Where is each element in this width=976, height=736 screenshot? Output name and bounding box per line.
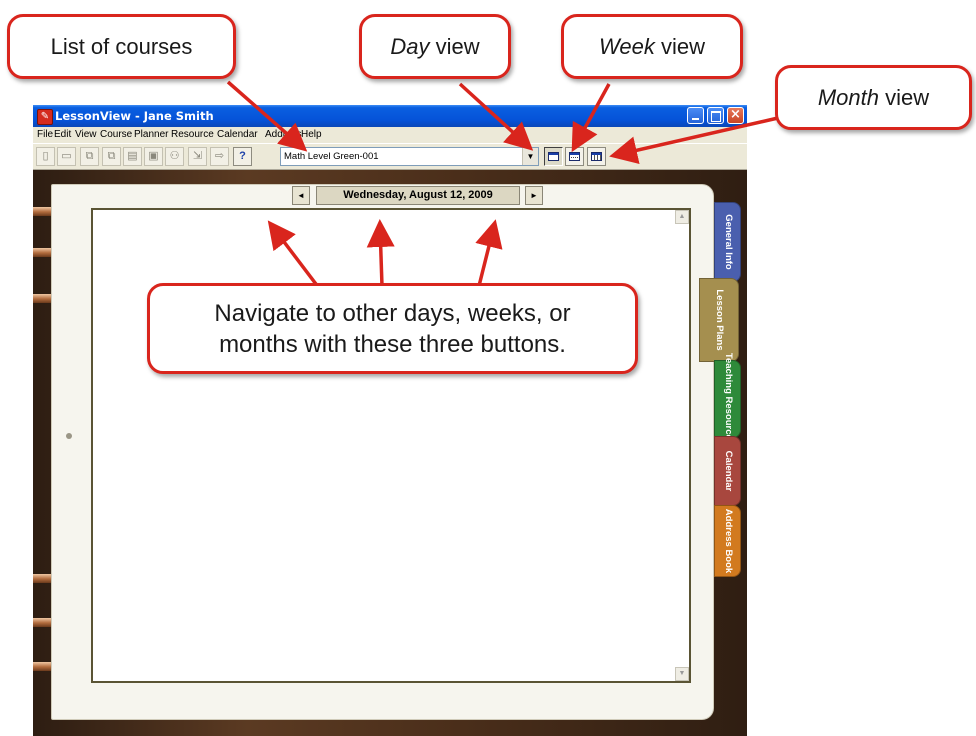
menu-help[interactable]: Help — [301, 129, 322, 140]
forward-arrow-icon: ⇨ — [214, 150, 225, 162]
scroll-up-button[interactable]: ▲ — [675, 210, 689, 224]
menu-course[interactable]: Course — [100, 129, 132, 140]
callout-navigate-buttons: Navigate to other days, weeks, or months… — [147, 283, 638, 374]
tab-label: Teaching Resources — [722, 352, 734, 446]
menu-planner[interactable]: Planner — [134, 129, 168, 140]
day-view-icon — [548, 152, 559, 161]
callout-text: Week view — [599, 33, 705, 59]
minimize-icon — [692, 118, 699, 120]
callout-text: Month view — [817, 84, 930, 110]
tab-label: Calendar — [722, 450, 734, 492]
close-icon: × — [730, 107, 741, 122]
callout-text-line: Navigate to other days, weeks, or — [214, 299, 571, 327]
planner-page: ◄ Wednesday, August 12, 2009 ► ▲ ▼ — [51, 184, 714, 720]
lessonview-app-icon[interactable]: ✎ — [37, 109, 53, 125]
tab-label: Lesson Plans — [714, 289, 725, 351]
week-view-icon — [569, 152, 580, 161]
menu-file[interactable]: File — [37, 129, 53, 140]
new-document-button[interactable]: ▯ — [36, 147, 55, 166]
callout-list-of-courses: List of courses — [7, 14, 236, 79]
help-button[interactable]: ? — [233, 147, 252, 166]
month-view-icon — [591, 152, 602, 161]
chevron-down-icon[interactable]: ▼ — [522, 148, 538, 165]
day-view-button[interactable] — [544, 147, 563, 166]
arrow-right-icon: ► — [530, 191, 538, 200]
lesson-content-area[interactable]: ▲ ▼ — [91, 208, 691, 683]
open-button[interactable]: ▭ — [57, 147, 76, 166]
week-view-button[interactable] — [565, 147, 584, 166]
callout-month-view: Month view — [775, 65, 972, 130]
toolbar: ▯ ▭ ⧉ ⧉ ▤ ▣ ⚇ ⇲ ⇨ ? Math Level Green-001… — [33, 143, 747, 170]
find-button[interactable]: ⚇ — [165, 147, 184, 166]
tab-lesson-plans[interactable]: Lesson Plans — [699, 278, 739, 362]
print-preview-button[interactable]: ▣ — [144, 147, 163, 166]
tab-calendar[interactable]: Calendar — [714, 436, 741, 506]
maximize-icon — [711, 111, 721, 122]
scroll-down-button[interactable]: ▼ — [675, 667, 689, 681]
month-view-button[interactable] — [587, 147, 606, 166]
title-bar[interactable]: ✎ LessonView - Jane Smith × — [33, 105, 747, 127]
tab-general-info[interactable]: General Info — [714, 202, 741, 282]
tab-teaching-resources[interactable]: Teaching Resources — [714, 353, 741, 445]
callout-text: Day view — [390, 33, 480, 59]
lessonview-window: ✎ LessonView - Jane Smith × File Edit Vi… — [33, 105, 747, 736]
callout-day-view: Day view — [359, 14, 511, 79]
minimize-button[interactable] — [687, 107, 704, 124]
arrow-left-icon: ◄ — [297, 191, 305, 200]
menu-address[interactable]: Address — [265, 129, 302, 140]
window-title: LessonView - Jane Smith — [55, 109, 214, 123]
copy-icon: ⧉ — [85, 150, 94, 162]
previous-date-button[interactable]: ◄ — [292, 186, 310, 205]
find-binoculars-icon: ⚇ — [169, 150, 180, 162]
print-icon: ▤ — [127, 150, 138, 162]
print-button[interactable]: ▤ — [123, 147, 142, 166]
maximize-button[interactable] — [707, 107, 724, 124]
copy-button[interactable]: ⧉ — [80, 147, 99, 166]
forward-button[interactable]: ⇨ — [210, 147, 229, 166]
close-button[interactable]: × — [727, 107, 744, 124]
binder-hole — [66, 433, 72, 439]
open-folder-icon: ▭ — [61, 150, 72, 162]
callout-week-view: Week view — [561, 14, 743, 79]
menu-bar: File Edit View Course Planner Resource C… — [33, 127, 747, 143]
next-date-button[interactable]: ► — [525, 186, 543, 205]
current-date-button[interactable]: Wednesday, August 12, 2009 — [316, 186, 520, 205]
tab-label: General Info — [722, 214, 734, 270]
export-icon: ⇲ — [192, 150, 203, 162]
print-preview-icon: ▣ — [148, 150, 159, 162]
paste-icon: ⧉ — [107, 150, 116, 162]
callout-text: List of courses — [50, 33, 193, 59]
menu-view[interactable]: View — [75, 129, 97, 140]
course-select[interactable]: Math Level Green-001 ▼ — [280, 147, 539, 166]
help-icon: ? — [239, 150, 246, 162]
planner-binder: ◄ Wednesday, August 12, 2009 ► ▲ ▼ Gener… — [33, 170, 747, 736]
paste-button[interactable]: ⧉ — [102, 147, 121, 166]
tab-address-book[interactable]: Address Book — [714, 505, 741, 577]
export-button[interactable]: ⇲ — [188, 147, 207, 166]
menu-resource[interactable]: Resource — [171, 129, 214, 140]
menu-calendar[interactable]: Calendar — [217, 129, 258, 140]
course-select-value: Math Level Green-001 — [284, 151, 379, 162]
new-document-icon: ▯ — [42, 150, 49, 162]
tab-label: Address Book — [722, 508, 734, 574]
menu-edit[interactable]: Edit — [54, 129, 71, 140]
callout-text-line: months with these three buttons. — [219, 330, 566, 358]
